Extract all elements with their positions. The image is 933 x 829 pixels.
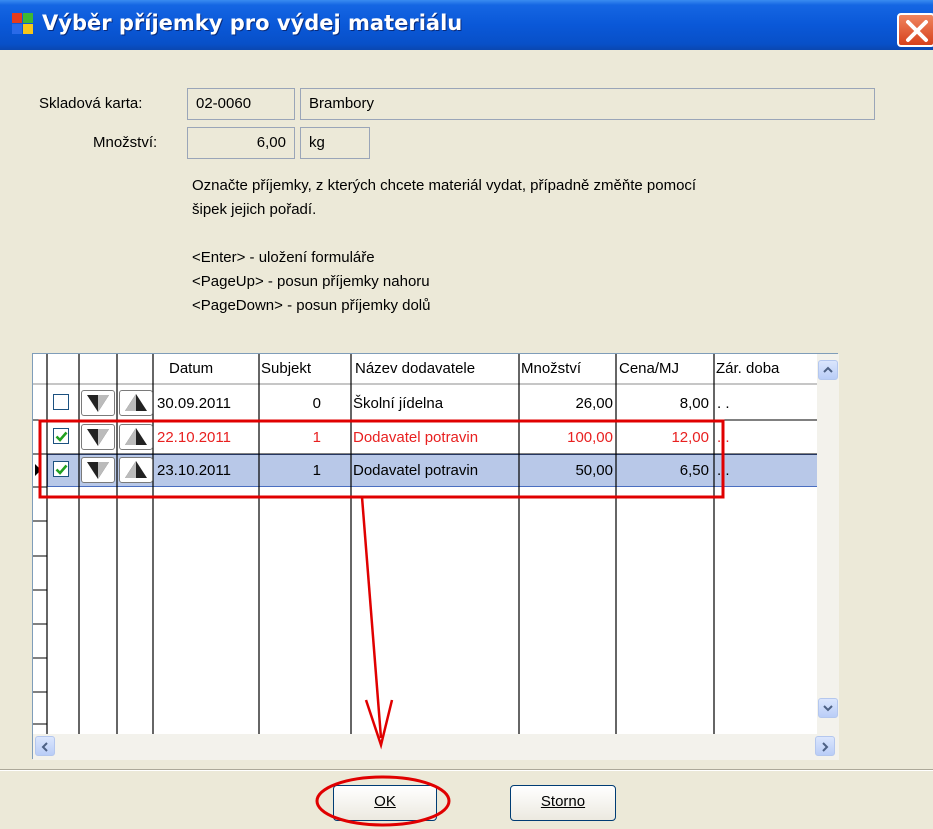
annotation-ellipse bbox=[315, 775, 451, 827]
annotation-box bbox=[38, 419, 725, 499]
annotation-overlay bbox=[38, 419, 725, 827]
annotation-arrow-line bbox=[360, 496, 383, 739]
dialog-window: Výběr příjemky pro výdej materiálu Sklad… bbox=[0, 0, 933, 829]
